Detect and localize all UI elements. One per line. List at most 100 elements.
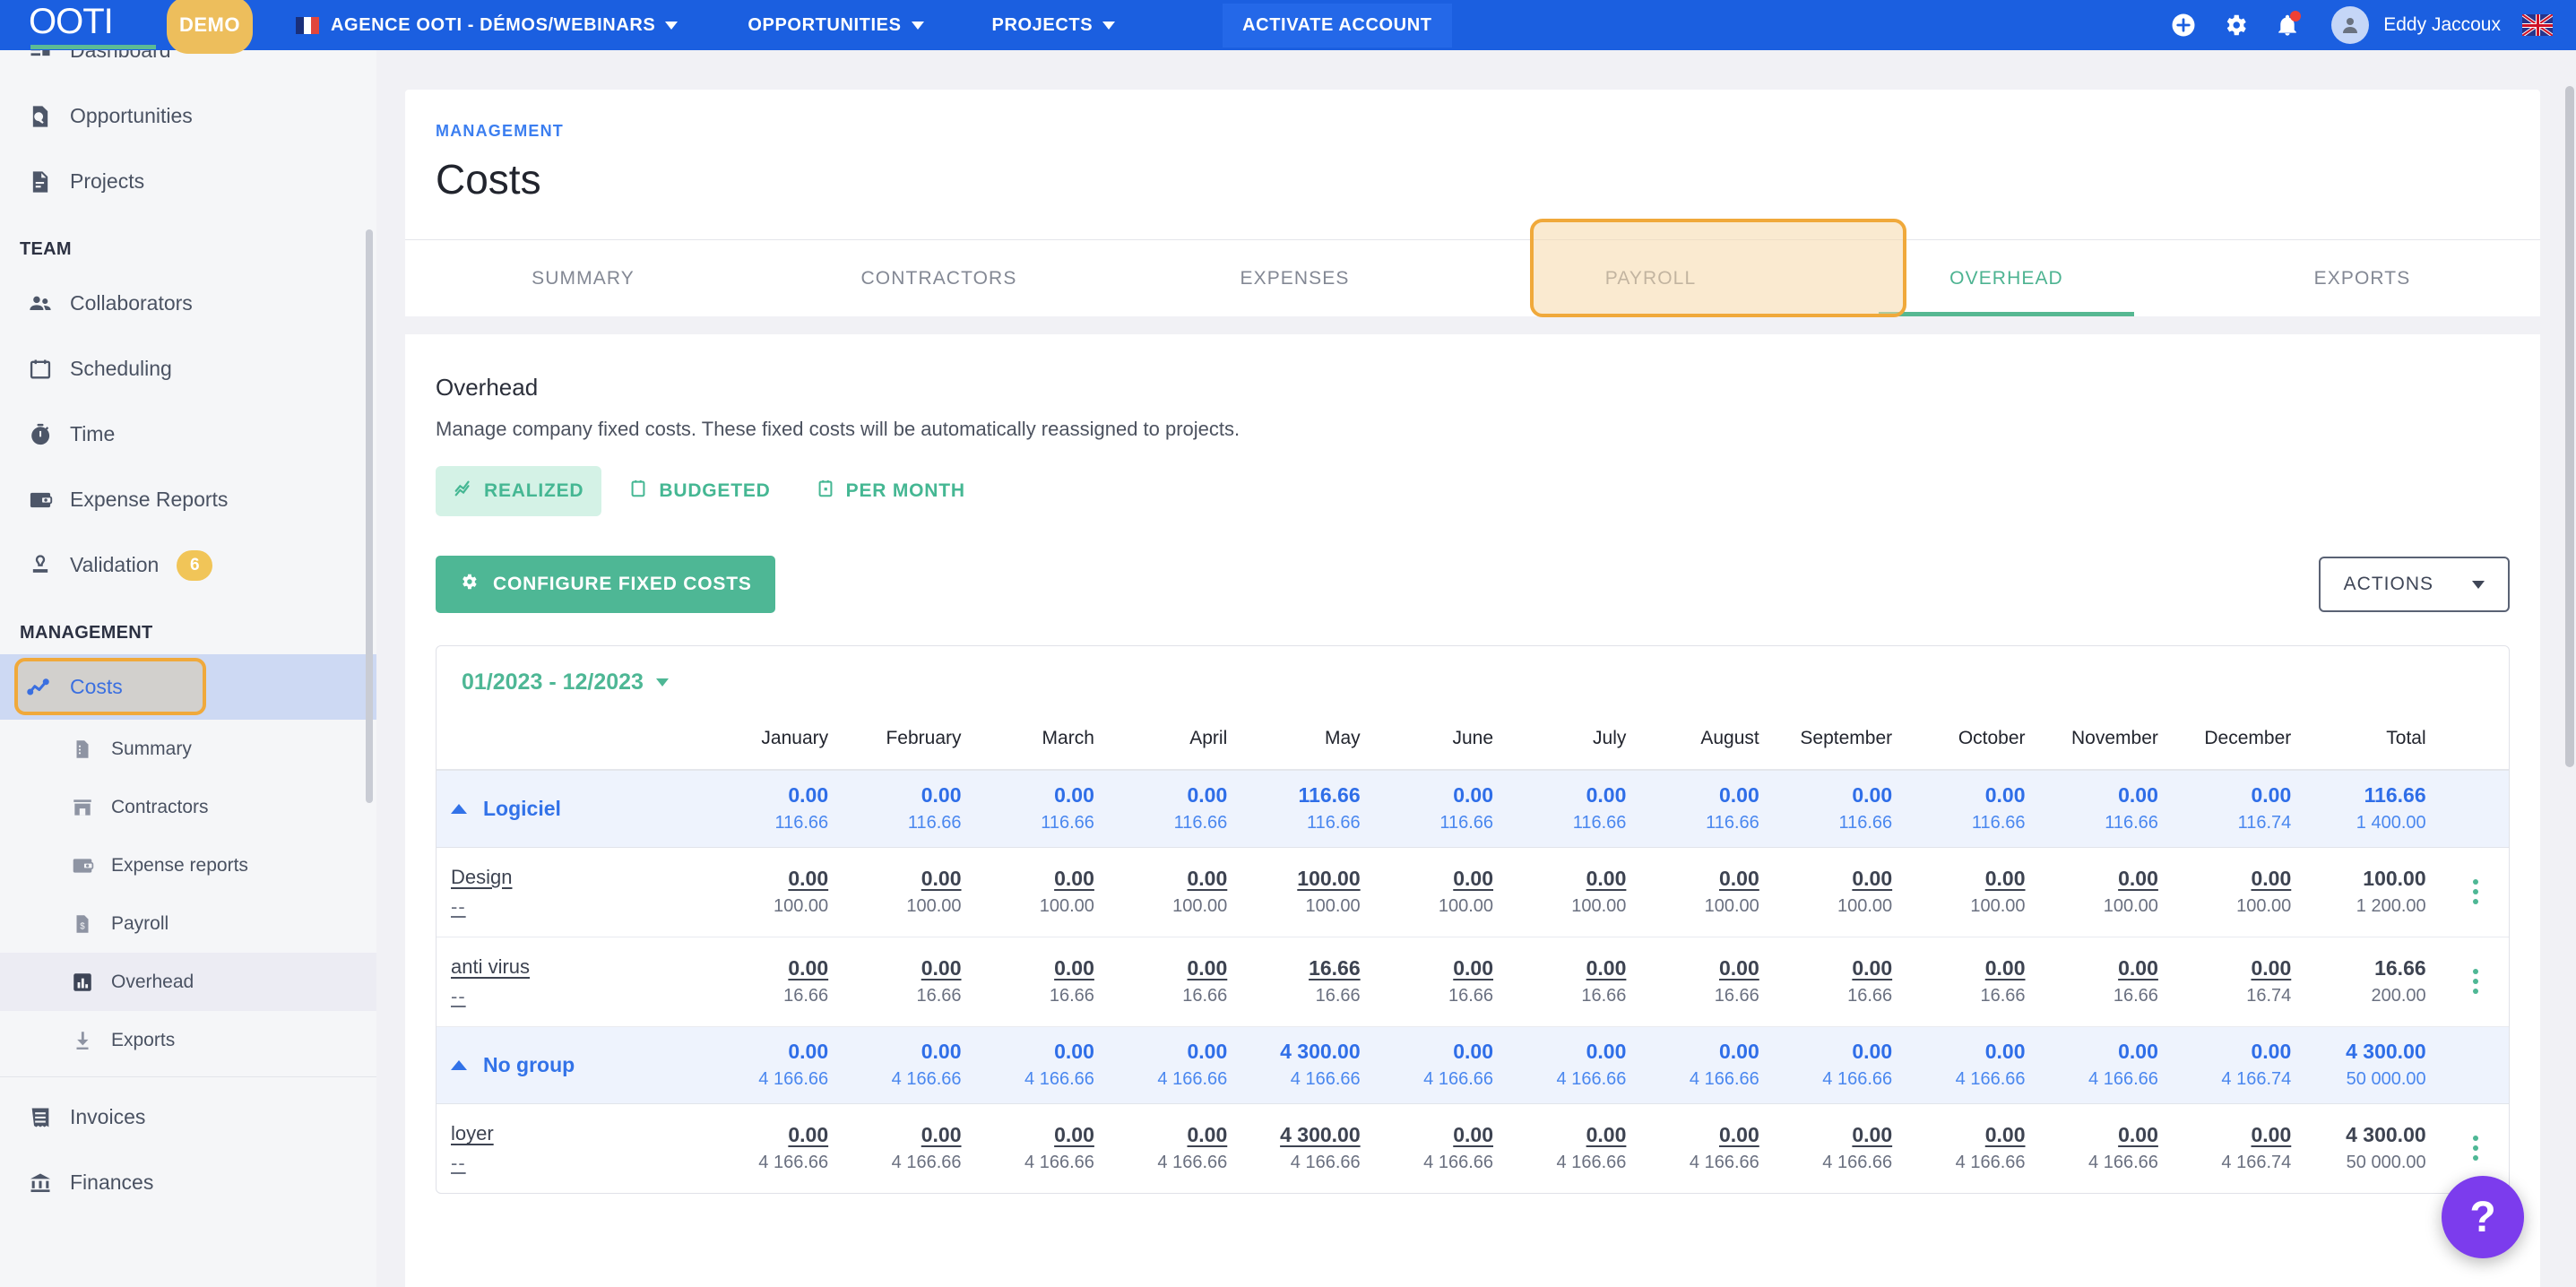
row-menu-button[interactable] — [2442, 969, 2509, 994]
realized-value[interactable]: 0.00 — [1903, 1120, 2026, 1150]
month-value-cell[interactable]: 0.00 100.00 — [2168, 847, 2303, 937]
date-range-selector[interactable]: 01/2023 - 12/2023 — [437, 646, 2509, 719]
sidebar-item-projects[interactable]: Projects — [0, 149, 376, 214]
sidebar-item-scheduling[interactable]: Scheduling — [0, 336, 376, 402]
month-value-cell[interactable]: 0.00 100.00 — [2036, 847, 2169, 937]
help-button[interactable]: ? — [2442, 1176, 2524, 1258]
group-toggle[interactable]: No group — [437, 1053, 706, 1077]
realized-value[interactable]: 0.00 — [839, 1120, 962, 1150]
realized-value[interactable]: 0.00 — [1105, 864, 1228, 894]
realized-value[interactable]: 0.00 — [972, 864, 1094, 894]
logo-area[interactable]: OOTI DEMO — [0, 0, 253, 54]
configure-fixed-costs-button[interactable]: CONFIGURE FIXED COSTS — [436, 556, 775, 613]
month-value-cell[interactable]: 0.00 16.66 — [1370, 937, 1505, 1027]
month-value-cell[interactable]: 0.00 4 166.66 — [1371, 1103, 1504, 1193]
realized-value[interactable]: 0.00 — [1770, 954, 1892, 983]
tab-payroll[interactable]: PAYROLL — [1473, 240, 1828, 316]
sidebar-item-invoices[interactable]: Invoices — [0, 1084, 376, 1150]
sidebar-item-opportunities[interactable]: Opportunities — [0, 83, 376, 149]
realized-value[interactable]: 0.00 — [706, 954, 828, 983]
realized-value[interactable]: 0.00 — [1903, 864, 2026, 894]
sidebar-item-finances[interactable]: Finances — [0, 1150, 376, 1215]
realized-value[interactable]: 0.00 — [1105, 1120, 1228, 1150]
page-scrollbar[interactable] — [2563, 50, 2576, 1287]
sidebar-item-validation[interactable]: Validation 6 — [0, 532, 376, 598]
month-value-cell[interactable]: 16.66 16.66 — [1238, 937, 1371, 1027]
sidebar-item-costs[interactable]: Costs — [0, 654, 376, 720]
realized-value[interactable]: 0.00 — [2169, 1120, 2292, 1150]
realized-value[interactable]: 100.00 — [1238, 864, 1360, 894]
month-value-cell[interactable]: 0.00 100.00 — [839, 847, 972, 937]
realized-value[interactable]: 0.00 — [2169, 864, 2292, 894]
row-menu-button[interactable] — [2442, 879, 2509, 904]
tab-overhead[interactable]: OVERHEAD — [1828, 240, 2184, 316]
segment-budgeted[interactable]: BUDGETED — [610, 466, 788, 516]
sidebar-item-expense-reports[interactable]: Expense Reports — [0, 467, 376, 532]
month-value-cell[interactable]: 0.00 4 166.66 — [1903, 1103, 2036, 1193]
realized-value[interactable]: 0.00 — [1371, 954, 1493, 983]
sidebar-item-time[interactable]: Time — [0, 402, 376, 467]
realized-value[interactable]: 0.00 — [1504, 1120, 1627, 1150]
realized-value[interactable]: 0.00 — [1637, 864, 1759, 894]
page-scrollbar-thumb[interactable] — [2565, 86, 2574, 767]
realized-value[interactable]: 0.00 — [839, 864, 962, 894]
month-value-cell[interactable]: 0.00 16.66 — [1769, 937, 1904, 1027]
month-value-cell[interactable]: 0.00 4 166.66 — [1504, 1103, 1637, 1193]
month-value-cell[interactable]: 0.00 100.00 — [1104, 847, 1239, 937]
month-value-cell[interactable]: 0.00 16.66 — [839, 937, 972, 1027]
month-value-cell[interactable]: 0.00 16.66 — [1504, 937, 1638, 1027]
month-value-cell[interactable]: 0.00 4 166.66 — [839, 1103, 972, 1193]
month-value-cell[interactable]: 0.00 4 166.66 — [2036, 1103, 2169, 1193]
realized-value[interactable]: 0.00 — [1770, 864, 1892, 894]
month-value-cell[interactable]: 0.00 4 166.66 — [1105, 1103, 1238, 1193]
actions-button[interactable]: ACTIONS — [2318, 557, 2510, 612]
sidebar-item-overhead[interactable]: Overhead — [0, 953, 376, 1011]
month-value-cell[interactable]: 0.00 16.66 — [705, 937, 840, 1027]
month-value-cell[interactable]: 0.00 4 166.66 — [1637, 1103, 1769, 1193]
month-value-cell[interactable]: 0.00 4 166.66 — [1770, 1103, 1903, 1193]
activate-account-button[interactable]: ACTIVATE ACCOUNT — [1223, 3, 1452, 48]
sidebar-item-payroll[interactable]: $ Payroll — [0, 894, 376, 953]
tab-expenses[interactable]: EXPENSES — [1117, 240, 1473, 316]
realized-value[interactable]: 0.00 — [2036, 1120, 2158, 1150]
realized-value[interactable]: 0.00 — [2036, 954, 2158, 983]
realized-value[interactable]: 4 300.00 — [1238, 1120, 1361, 1150]
avatar[interactable] — [2331, 6, 2370, 44]
realized-value[interactable]: 0.00 — [1504, 864, 1627, 894]
month-value-cell[interactable]: 0.00 4 166.74 — [2169, 1103, 2302, 1193]
month-value-cell[interactable]: 0.00 100.00 — [1370, 847, 1505, 937]
month-value-cell[interactable]: 0.00 100.00 — [705, 847, 840, 937]
month-value-cell[interactable]: 0.00 16.66 — [2036, 937, 2169, 1027]
month-value-cell[interactable]: 0.00 100.00 — [1903, 847, 2036, 937]
sidebar-item-contractors[interactable]: Contractors — [0, 778, 376, 836]
realized-value[interactable]: 0.00 — [706, 1120, 828, 1150]
tab-contractors[interactable]: CONTRACTORS — [761, 240, 1117, 316]
realized-value[interactable]: 0.00 — [1903, 954, 2026, 983]
realized-value[interactable]: 0.00 — [1371, 864, 1493, 894]
sidebar-item-exports[interactable]: Exports — [0, 1011, 376, 1069]
realized-value[interactable]: 0.00 — [1637, 1120, 1759, 1150]
month-value-cell[interactable]: 4 300.00 4 166.66 — [1238, 1103, 1370, 1193]
row-name-link[interactable]: Design — [451, 862, 706, 892]
realized-value[interactable]: 0.00 — [2036, 864, 2158, 894]
realized-value[interactable]: 0.00 — [2169, 954, 2292, 983]
realized-value[interactable]: 0.00 — [1371, 1120, 1493, 1150]
tab-summary[interactable]: SUMMARY — [405, 240, 761, 316]
realized-value[interactable]: 0.00 — [1504, 954, 1627, 983]
month-value-cell[interactable]: 0.00 16.66 — [972, 937, 1105, 1027]
realized-value[interactable]: 0.00 — [1637, 954, 1759, 983]
realized-value[interactable]: 0.00 — [839, 954, 962, 983]
month-value-cell[interactable]: 0.00 16.66 — [1637, 937, 1770, 1027]
sidebar-scrollbar[interactable] — [366, 229, 373, 803]
month-value-cell[interactable]: 100.00 100.00 — [1238, 847, 1371, 937]
month-value-cell[interactable]: 0.00 16.66 — [1903, 937, 2036, 1027]
sidebar-item-dashboard[interactable]: Dashboard — [0, 50, 376, 83]
row-name-link[interactable]: anti virus — [451, 952, 706, 981]
add-button[interactable] — [2157, 0, 2209, 50]
group-toggle[interactable]: Logiciel — [437, 797, 706, 821]
nav-opportunities[interactable]: OPPORTUNITIES — [748, 0, 924, 50]
month-value-cell[interactable]: 0.00 100.00 — [1769, 847, 1904, 937]
segment-realized[interactable]: REALIZED — [436, 466, 602, 516]
realized-value[interactable]: 0.00 — [1770, 1120, 1892, 1150]
month-value-cell[interactable]: 0.00 16.66 — [1104, 937, 1239, 1027]
